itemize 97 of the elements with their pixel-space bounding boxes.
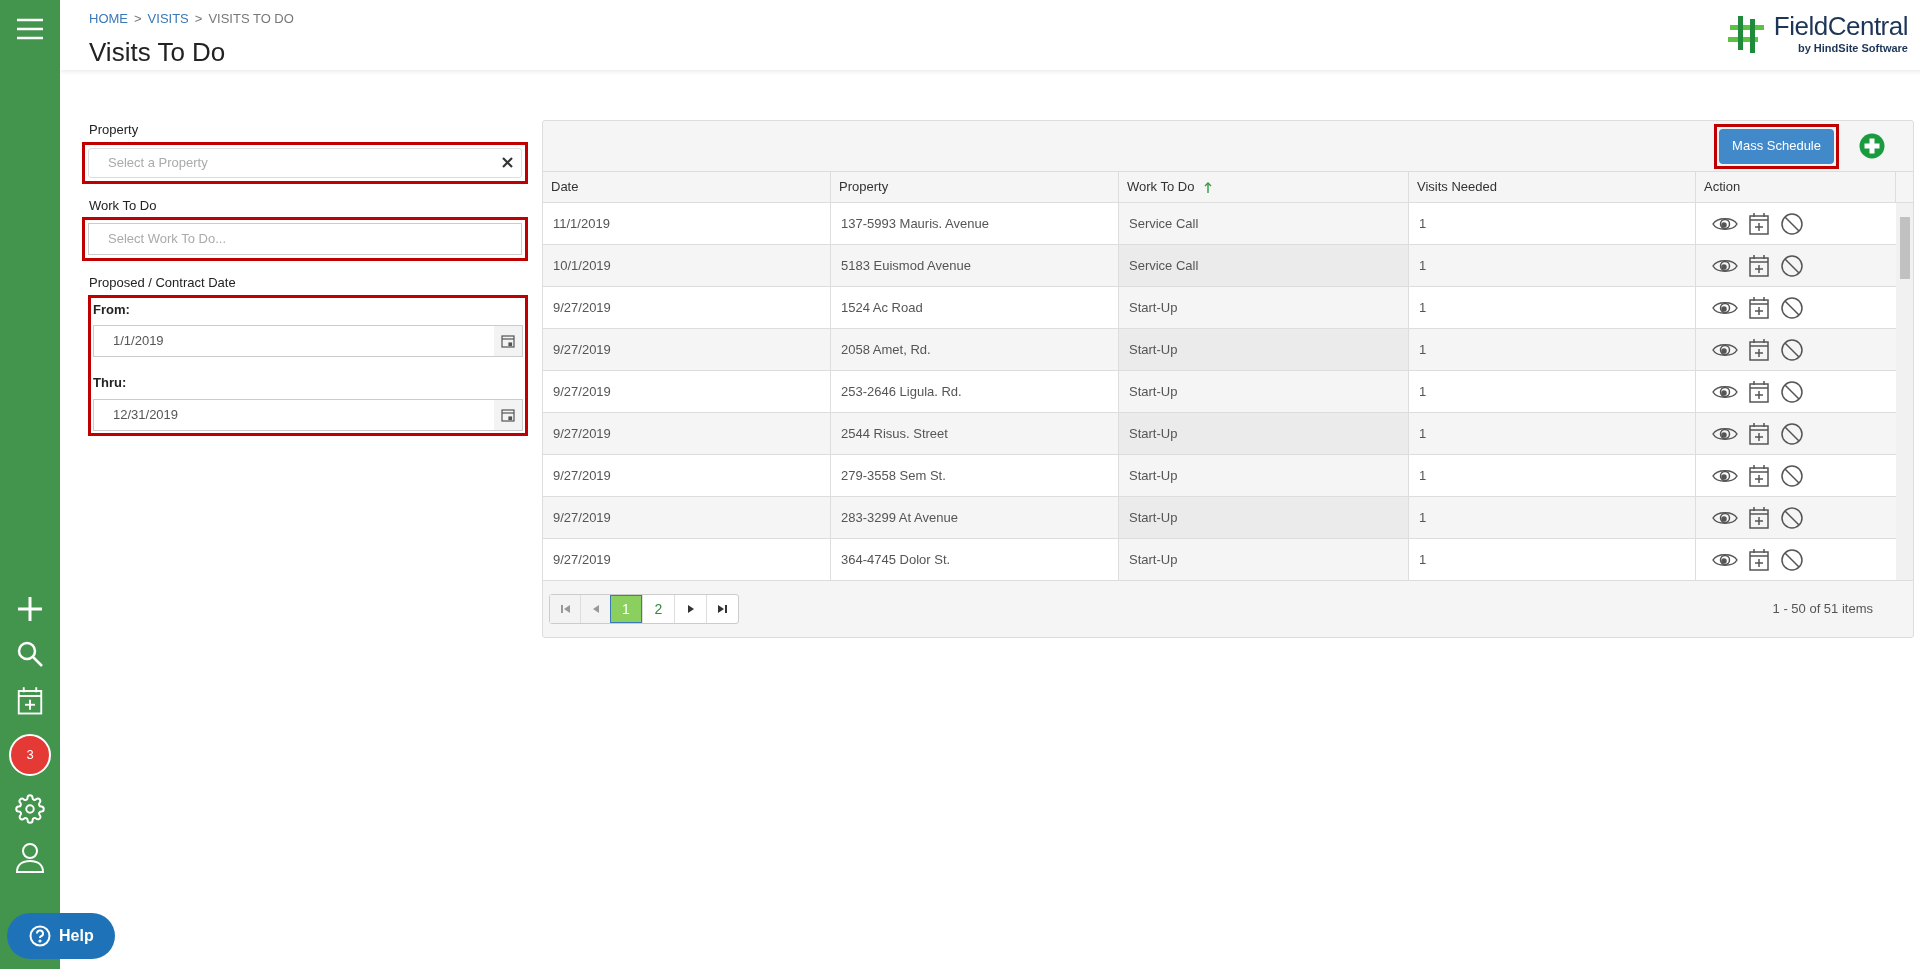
calendar-plus-icon[interactable] [1748, 421, 1770, 446]
field-label: Property [89, 121, 140, 139]
first-page-icon[interactable] [550, 595, 580, 623]
table-cell-text: 1 [1419, 508, 1427, 527]
user-icon[interactable] [15, 842, 45, 874]
calendar-icon[interactable] [501, 407, 515, 422]
page-title: Visits To Do [89, 35, 227, 69]
table-cell-text: 1 [1419, 340, 1427, 359]
sort-arrow-icon[interactable] [1204, 181, 1213, 193]
placeholder-text: Select Work To Do... [107, 230, 226, 249]
menu-icon[interactable] [16, 18, 44, 40]
column-header[interactable]: Visits Needed [1409, 172, 1696, 202]
table-cell-text: 1 [1419, 424, 1427, 443]
date-value: 12/31/2019 [112, 405, 180, 424]
field-label: Work To Do [89, 196, 158, 215]
table-cell-text: 9/27/2019 [553, 550, 611, 569]
scrollbar[interactable] [1896, 203, 1913, 580]
table-cell-text: 1 [1419, 382, 1427, 401]
help-button[interactable]: Help [7, 913, 115, 959]
question-icon [29, 925, 51, 947]
field-label: From: [93, 300, 131, 319]
breadcrumb-link[interactable]: VISITS [147, 9, 189, 29]
prohibited-icon[interactable] [1780, 211, 1804, 236]
table-cell-text: Start-Up [1129, 550, 1178, 569]
calendar-plus-icon[interactable] [1748, 379, 1770, 404]
prohibited-icon[interactable] [1780, 463, 1804, 488]
mass-schedule-button[interactable]: Mass Schedule [1719, 128, 1834, 164]
table-cell-text: Start-Up [1129, 340, 1178, 359]
table-cell-text: 2544 Risus. Street [841, 424, 948, 443]
breadcrumb-link[interactable]: HOME [89, 9, 128, 29]
prohibited-icon[interactable] [1780, 505, 1804, 530]
prohibited-icon[interactable] [1780, 547, 1804, 572]
settings-icon[interactable] [15, 794, 45, 824]
calendar-plus-icon[interactable] [16, 686, 44, 716]
date-field[interactable]: 1/1/2019 [93, 325, 523, 357]
table-cell-text: 1 [1419, 214, 1427, 233]
pager-summary: 1 - 50 of 51 items [1772, 600, 1873, 619]
column-header[interactable]: Property [831, 172, 1119, 202]
calendar-plus-icon[interactable] [1748, 253, 1770, 278]
date-field[interactable]: 12/31/2019 [93, 398, 523, 431]
table-cell-text: 9/27/2019 [553, 298, 611, 317]
add-icon[interactable] [1859, 133, 1885, 159]
close-icon[interactable] [502, 157, 513, 168]
prohibited-icon[interactable] [1780, 379, 1804, 404]
table-cell-text: 2058 Amet, Rd. [841, 340, 931, 359]
table-cell-text: Start-Up [1129, 508, 1178, 527]
calendar-plus-icon[interactable] [1748, 547, 1770, 572]
calendar-plus-icon[interactable] [1748, 463, 1770, 488]
calendar-plus-icon[interactable] [1748, 337, 1770, 362]
table-cell-text: 9/27/2019 [553, 508, 611, 527]
table-cell-text: 5183 Euismod Avenue [841, 256, 971, 275]
breadcrumb-separator: > [194, 10, 203, 28]
table-cell-text: Start-Up [1129, 466, 1178, 485]
placeholder-text: Select a Property [107, 153, 209, 172]
table-cell-text: 10/1/2019 [553, 256, 611, 275]
table-cell-text: 1 [1419, 550, 1427, 569]
prohibited-icon[interactable] [1780, 421, 1804, 446]
prohibited-icon[interactable] [1780, 295, 1804, 320]
plus-icon[interactable] [17, 596, 43, 622]
table-cell-text: 1524 Ac Road [841, 298, 923, 317]
table-cell-text: Service Call [1129, 256, 1199, 275]
field-label: Thru: [93, 374, 128, 392]
table-cell-text: 253-2646 Ligula. Rd. [841, 382, 962, 401]
calendar-plus-icon[interactable] [1748, 505, 1770, 530]
logo-tagline: by HindSite Software [1797, 41, 1908, 56]
table-cell-text: 279-3558 Sem St. [841, 466, 946, 485]
table-cell-text: Start-Up [1129, 298, 1178, 317]
column-header[interactable]: Date [543, 172, 831, 202]
logo-name: FieldCentral [1773, 12, 1908, 40]
field-label: Proposed / Contract Date [89, 274, 237, 292]
table-cell-text: 9/27/2019 [553, 382, 611, 401]
table-cell-text: 9/27/2019 [553, 424, 611, 443]
notification-badge[interactable]: 3 [9, 734, 51, 776]
date-value: 1/1/2019 [112, 332, 165, 351]
table-cell-text: 1 [1419, 466, 1427, 485]
calendar-icon[interactable] [501, 334, 515, 348]
column-header[interactable]: Work To Do [1119, 172, 1409, 202]
breadcrumb-separator: > [134, 10, 142, 28]
table-cell-text: Start-Up [1129, 424, 1178, 443]
table-cell-text: 11/1/2019 [553, 214, 610, 233]
breadcrumb-current: VISITS TO DO [208, 10, 294, 28]
table-cell-text: 1 [1419, 256, 1427, 275]
calendar-plus-icon[interactable] [1748, 295, 1770, 320]
table-cell-text: 364-4745 Dolor St. [841, 550, 951, 569]
prohibited-icon[interactable] [1780, 337, 1804, 362]
table-cell-text: Service Call [1129, 214, 1199, 233]
table-cell-text: Start-Up [1129, 382, 1178, 401]
calendar-plus-icon[interactable] [1748, 211, 1770, 236]
table-cell-text: 283-3299 At Avenue [841, 508, 958, 527]
table-cell-text: 9/27/2019 [553, 340, 611, 359]
column-header[interactable]: Action [1696, 172, 1896, 202]
table-cell-text: 9/27/2019 [553, 466, 611, 485]
search-icon[interactable] [16, 640, 44, 668]
prohibited-icon[interactable] [1780, 253, 1804, 278]
table-cell-text: 137-5993 Mauris. Avenue [841, 214, 989, 233]
page-button[interactable]: 2 [642, 595, 674, 623]
table-cell-text: 1 [1419, 298, 1427, 317]
